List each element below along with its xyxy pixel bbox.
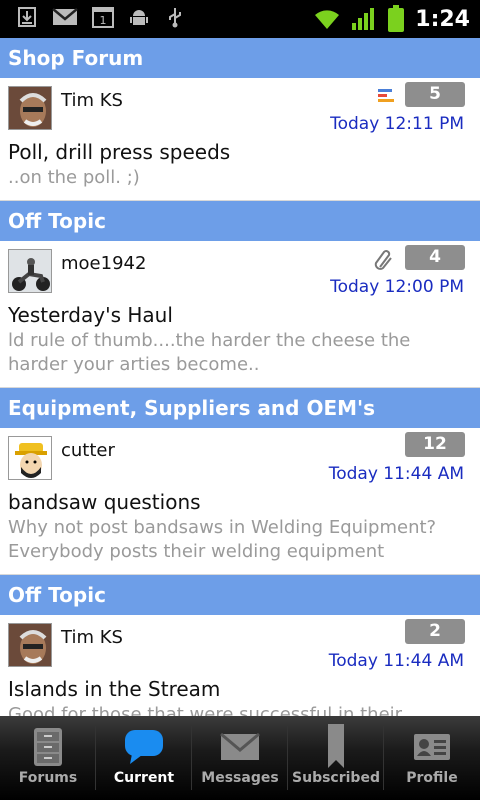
usb-icon — [169, 8, 181, 28]
forum-header: Off Topic — [0, 201, 480, 241]
post-time: Today 12:00 PM — [330, 277, 464, 297]
notification-icons: 1 — [16, 6, 186, 28]
reply-count-badge: 2 — [405, 619, 465, 644]
avatar — [8, 436, 52, 480]
avatar — [8, 86, 52, 130]
calendar-icon: 1 — [92, 7, 114, 28]
list-item[interactable]: Tim KS 5 Today 12:11 PM Poll, drill pres… — [0, 78, 480, 201]
tab-label: Current — [113, 770, 175, 786]
avatar — [8, 623, 52, 667]
tab-label: Messages — [201, 770, 279, 786]
poll-icon — [378, 89, 394, 102]
author-name[interactable]: moe1942 — [61, 253, 146, 274]
post-snippet: ld rule of thumb....the harder the chees… — [8, 330, 411, 375]
tab-label: Subscribed — [292, 770, 380, 786]
post-time: Today 11:44 AM — [328, 464, 464, 484]
battery-icon — [388, 5, 405, 32]
download-icon — [18, 7, 36, 27]
author-name[interactable]: Tim KS — [61, 90, 123, 111]
status-bar: 1 1:24 — [0, 0, 480, 38]
tab-label: Forums — [18, 770, 78, 786]
current-feed[interactable]: Shop Forum Tim KS 5 Today 12:11 PM Poll,… — [0, 38, 480, 716]
tab-label: Profile — [406, 770, 458, 786]
topic-title[interactable]: Yesterday's Haul — [8, 303, 173, 327]
tab-messages[interactable]: Messages — [192, 716, 288, 800]
forum-header: Shop Forum — [0, 38, 480, 78]
tab-forums[interactable]: Forums — [0, 716, 96, 800]
topic-title[interactable]: bandsaw questions — [8, 490, 201, 514]
reply-count-badge: 4 — [405, 245, 465, 270]
list-item[interactable]: cutter 12 Today 11:44 AM bandsaw questio… — [0, 428, 480, 575]
signal-icon — [352, 8, 375, 30]
post-time: Today 12:11 PM — [330, 114, 464, 134]
post-snippet: ..on the poll. ;) — [8, 167, 140, 188]
post-snippet: Good for those that were successful in t… — [8, 704, 403, 716]
clock: 1:24 — [415, 6, 470, 32]
bookmark-icon — [328, 724, 344, 768]
forums-cabinet-icon — [34, 728, 62, 766]
paperclip-icon — [374, 250, 392, 270]
wifi-icon — [315, 10, 340, 29]
list-item[interactable]: Tim KS 2 Today 11:44 AM Islands in the S… — [0, 615, 480, 716]
forum-header: Off Topic — [0, 575, 480, 615]
post-time: Today 11:44 AM — [328, 651, 464, 671]
author-name[interactable]: Tim KS — [61, 627, 123, 648]
tab-profile[interactable]: Profile — [384, 716, 480, 800]
post-snippet: Why not post bandsaws in Welding Equipme… — [8, 517, 437, 562]
author-name[interactable]: cutter — [61, 440, 115, 461]
profile-card-icon — [414, 734, 450, 760]
tab-current[interactable]: Current — [96, 716, 192, 800]
chat-bubble-icon — [125, 730, 163, 764]
android-debug-icon — [130, 10, 148, 25]
envelope-icon — [220, 732, 260, 760]
reply-count-badge: 12 — [405, 432, 465, 457]
bottom-tab-bar: Forums Current Messages Subscribed Profi… — [0, 716, 480, 800]
tab-subscribed[interactable]: Subscribed — [288, 716, 384, 800]
forum-header: Equipment, Suppliers and OEM's — [0, 388, 480, 428]
reply-count-badge: 5 — [405, 82, 465, 107]
topic-title[interactable]: Islands in the Stream — [8, 677, 220, 701]
gmail-icon — [52, 8, 78, 25]
topic-title[interactable]: Poll, drill press speeds — [8, 140, 230, 164]
calendar-day: 1 — [100, 14, 107, 27]
list-item[interactable]: moe1942 4 Today 12:00 PM Yesterday's Hau… — [0, 241, 480, 388]
avatar — [8, 249, 52, 293]
